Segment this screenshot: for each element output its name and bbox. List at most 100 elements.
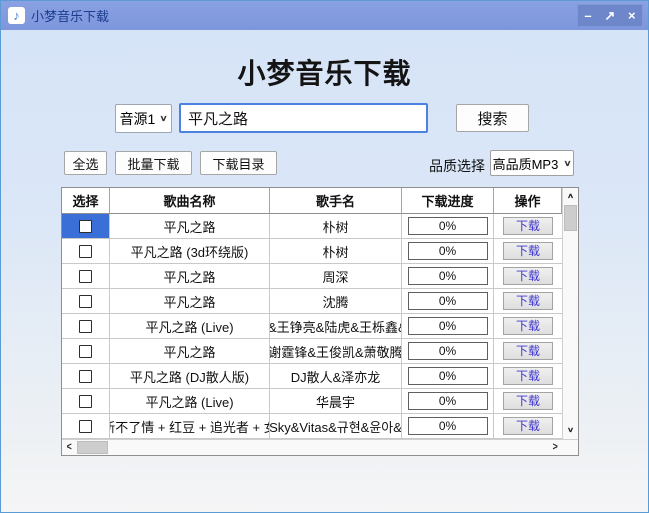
row-checkbox[interactable] bbox=[79, 320, 92, 333]
download-button[interactable]: 下载 bbox=[503, 417, 553, 435]
scroll-down-icon[interactable]: ∨ bbox=[563, 427, 578, 435]
search-button[interactable]: 搜索 bbox=[456, 104, 529, 132]
download-button[interactable]: 下载 bbox=[503, 217, 553, 235]
row-checkbox[interactable] bbox=[79, 270, 92, 283]
scroll-left-icon[interactable]: < bbox=[67, 441, 72, 453]
select-cell[interactable] bbox=[62, 289, 110, 314]
progress-indicator: 0% bbox=[408, 217, 488, 235]
artist-cell: 朴树 bbox=[270, 239, 402, 264]
select-cell[interactable] bbox=[62, 389, 110, 414]
progress-indicator: 0% bbox=[408, 342, 488, 360]
chevron-down-icon: ∨ bbox=[159, 114, 167, 124]
table-row: 平凡之路 (3d环绕版) 朴树 0% 下载 bbox=[62, 239, 562, 264]
progress-indicator: 0% bbox=[408, 267, 488, 285]
quality-select-value: 高品质MP3 bbox=[493, 154, 559, 173]
song-name-cell: 平凡之路 (Live) bbox=[110, 314, 270, 339]
column-header-action: 操作 bbox=[494, 188, 562, 214]
table-row: 平凡之路 (Live) ;&王铮亮&陆虎&王栎鑫& 0% 下载 bbox=[62, 314, 562, 339]
row-checkbox[interactable] bbox=[79, 245, 92, 258]
progress-indicator: 0% bbox=[408, 292, 488, 310]
search-input[interactable] bbox=[179, 103, 428, 133]
close-icon[interactable]: × bbox=[626, 9, 638, 22]
column-header-progress: 下载进度 bbox=[402, 188, 494, 214]
artist-cell: 周深 bbox=[270, 264, 402, 289]
download-button[interactable]: 下载 bbox=[503, 267, 553, 285]
action-cell: 下载 bbox=[494, 389, 562, 414]
quality-label: 品质选择 bbox=[429, 156, 485, 176]
artist-cell: 华晨宇 bbox=[270, 389, 402, 414]
progress-indicator: 0% bbox=[408, 317, 488, 335]
action-cell: 下载 bbox=[494, 314, 562, 339]
horizontal-scroll-thumb[interactable] bbox=[77, 441, 108, 454]
download-button[interactable]: 下载 bbox=[503, 242, 553, 260]
column-header-select: 选择 bbox=[62, 188, 110, 214]
select-cell[interactable] bbox=[62, 314, 110, 339]
batch-download-button[interactable]: 批量下载 bbox=[115, 151, 192, 175]
song-name-cell: 平凡之路 bbox=[110, 214, 270, 239]
table-row: 平凡之路 朴树 0% 下载 bbox=[62, 214, 562, 239]
progress-cell: 0% bbox=[402, 239, 494, 264]
table-row: 新不了情 + 红豆 + 追光者 + 女 Sky&Vitas&규현&윤아& 0% … bbox=[62, 414, 562, 439]
download-button[interactable]: 下载 bbox=[503, 317, 553, 335]
window-title: 小梦音乐下载 bbox=[31, 6, 109, 25]
table-row: 平凡之路 谢霆锋&王俊凯&萧敬腾 0% 下载 bbox=[62, 339, 562, 364]
table-row: 平凡之路 (Live) 华晨宇 0% 下载 bbox=[62, 389, 562, 414]
vertical-scrollbar[interactable]: ∧ ∨ bbox=[562, 188, 578, 439]
download-button[interactable]: 下载 bbox=[503, 367, 553, 385]
song-name-cell: 平凡之路 (Live) bbox=[110, 389, 270, 414]
app-window: ♪ 小梦音乐下载 – ↗ × 小梦音乐下载 音源1 ∨ 搜索 全选 批量下载 下… bbox=[0, 0, 649, 513]
progress-cell: 0% bbox=[402, 414, 494, 439]
action-cell: 下载 bbox=[494, 264, 562, 289]
quality-select[interactable]: 高品质MP3 ∨ bbox=[490, 150, 574, 176]
window-controls: – ↗ × bbox=[577, 4, 643, 27]
download-button[interactable]: 下载 bbox=[503, 342, 553, 360]
download-button[interactable]: 下载 bbox=[503, 392, 553, 410]
download-button[interactable]: 下载 bbox=[503, 292, 553, 310]
row-checkbox[interactable] bbox=[79, 370, 92, 383]
maximize-icon[interactable]: ↗ bbox=[602, 9, 617, 22]
vertical-scroll-thumb[interactable] bbox=[564, 205, 577, 231]
song-table: 选择 歌曲名称 歌手名 下载进度 操作 平凡之路 朴树 0% 下载 平凡之路 (… bbox=[61, 187, 579, 456]
select-cell[interactable] bbox=[62, 414, 110, 439]
row-checkbox[interactable] bbox=[79, 220, 92, 233]
download-directory-button[interactable]: 下载目录 bbox=[200, 151, 277, 175]
minimize-icon[interactable]: – bbox=[582, 9, 593, 22]
source-select[interactable]: 音源1 ∨ bbox=[115, 104, 172, 133]
progress-cell: 0% bbox=[402, 264, 494, 289]
progress-cell: 0% bbox=[402, 339, 494, 364]
artist-cell: DJ散人&泽亦龙 bbox=[270, 364, 402, 389]
select-all-button[interactable]: 全选 bbox=[64, 151, 107, 175]
main-content: 小梦音乐下载 音源1 ∨ 搜索 全选 批量下载 下载目录 品质选择 高品质MP3… bbox=[1, 30, 648, 512]
select-cell[interactable] bbox=[62, 364, 110, 389]
select-cell[interactable] bbox=[62, 214, 110, 239]
select-cell[interactable] bbox=[62, 264, 110, 289]
progress-indicator: 0% bbox=[408, 242, 488, 260]
progress-cell: 0% bbox=[402, 314, 494, 339]
song-name-cell: 平凡之路 (3d环绕版) bbox=[110, 239, 270, 264]
action-cell: 下载 bbox=[494, 364, 562, 389]
table-row: 平凡之路 (DJ散人版) DJ散人&泽亦龙 0% 下载 bbox=[62, 364, 562, 389]
music-note-icon: ♪ bbox=[8, 7, 25, 24]
column-header-song: 歌曲名称 bbox=[110, 188, 270, 214]
scroll-up-icon[interactable]: ∧ bbox=[563, 193, 578, 201]
row-checkbox[interactable] bbox=[79, 420, 92, 433]
progress-indicator: 0% bbox=[408, 367, 488, 385]
song-name-cell: 新不了情 + 红豆 + 追光者 + 女 bbox=[110, 414, 270, 439]
select-cell[interactable] bbox=[62, 239, 110, 264]
action-cell: 下载 bbox=[494, 239, 562, 264]
artist-cell: 沈腾 bbox=[270, 289, 402, 314]
title-bar: ♪ 小梦音乐下载 – ↗ × bbox=[1, 1, 648, 30]
row-checkbox[interactable] bbox=[79, 395, 92, 408]
table-row: 平凡之路 周深 0% 下载 bbox=[62, 264, 562, 289]
select-cell[interactable] bbox=[62, 339, 110, 364]
progress-indicator: 0% bbox=[408, 392, 488, 410]
song-name-cell: 平凡之路 bbox=[110, 264, 270, 289]
artist-cell: 朴树 bbox=[270, 214, 402, 239]
column-header-artist: 歌手名 bbox=[270, 188, 402, 214]
scroll-right-icon[interactable]: > bbox=[552, 441, 557, 453]
song-name-cell: 平凡之路 bbox=[110, 339, 270, 364]
row-checkbox[interactable] bbox=[79, 345, 92, 358]
row-checkbox[interactable] bbox=[79, 295, 92, 308]
action-cell: 下载 bbox=[494, 214, 562, 239]
horizontal-scrollbar[interactable]: < > bbox=[62, 439, 578, 455]
